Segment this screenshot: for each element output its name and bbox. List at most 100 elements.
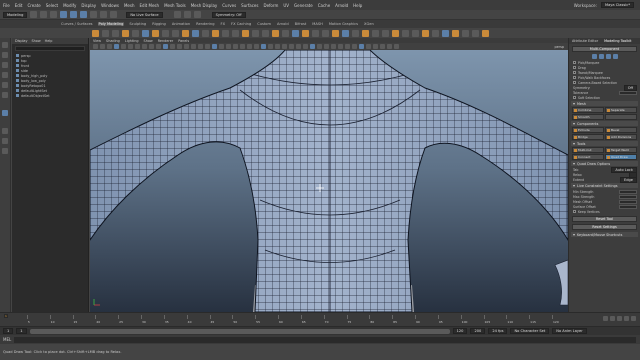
- quad-draw-button[interactable]: Quad Draw: [605, 154, 637, 160]
- tools-section-header[interactable]: Tools: [571, 141, 638, 146]
- shelf-tool-icon[interactable]: [92, 29, 99, 37]
- shelf-tool-icon[interactable]: [452, 29, 459, 37]
- shelf-tool-icon[interactable]: [162, 29, 169, 37]
- connect-button[interactable]: Connect: [572, 154, 604, 160]
- bevel-button[interactable]: Bevel: [605, 127, 637, 133]
- inner-end-field[interactable]: 120: [452, 328, 468, 334]
- viewport-toolbar-icon[interactable]: [177, 44, 182, 49]
- shelf-tab-rendering[interactable]: Rendering: [195, 22, 215, 26]
- step-forward-icon[interactable]: [624, 316, 629, 321]
- shelf-tool-icon[interactable]: [252, 29, 259, 37]
- save-scene-icon[interactable]: [50, 11, 58, 18]
- viewport-toolbar-icon[interactable]: [394, 44, 399, 49]
- viewport-toolbar-icon[interactable]: [163, 44, 168, 49]
- outliner-item[interactable]: defaultObjectSet: [12, 93, 88, 98]
- shelf-tool-icon[interactable]: [442, 29, 449, 37]
- quad-draw-options-header[interactable]: Quad Draw Options: [571, 161, 638, 166]
- command-input[interactable]: [14, 336, 636, 343]
- symmetry-dropdown[interactable]: Symmetry: Off: [211, 11, 246, 18]
- viewport-toolbar-icon[interactable]: [135, 44, 140, 49]
- menu-item-create[interactable]: Create: [27, 3, 40, 8]
- live-surface-field[interactable]: No Live Surface: [126, 11, 163, 18]
- play-icon[interactable]: [617, 316, 622, 321]
- shelf-tool-icon[interactable]: [182, 29, 189, 37]
- viewport-toolbar-icon[interactable]: [184, 44, 189, 49]
- menu-item-mesh[interactable]: Mesh: [124, 3, 135, 8]
- mode-dropdown[interactable]: Modeling: [3, 11, 28, 18]
- shelf-tool-icon[interactable]: [392, 29, 399, 37]
- viewport-menu-view[interactable]: View: [93, 39, 101, 43]
- viewport-menu-lighting[interactable]: Lighting: [125, 39, 139, 43]
- shelf-tool-icon[interactable]: [262, 29, 269, 37]
- shelf-tool-icon[interactable]: [312, 29, 319, 37]
- anim-layer-dropdown[interactable]: No Anim Layer: [552, 328, 587, 334]
- reset-tool-button[interactable]: Reset Tool: [572, 216, 637, 222]
- character-set-dropdown[interactable]: No Character Set: [510, 328, 550, 334]
- menu-item-display[interactable]: Display: [81, 3, 96, 8]
- keep-vertices-row[interactable]: Keep Vertices: [569, 209, 640, 214]
- select-by-object-icon[interactable]: [70, 11, 78, 18]
- viewport-toolbar-icon[interactable]: [107, 44, 112, 49]
- reset-settings-button[interactable]: Reset Settings: [572, 224, 637, 230]
- menu-item-generate[interactable]: Generate: [294, 3, 313, 8]
- scale-tool-icon[interactable]: [2, 92, 8, 98]
- shortcuts-section-header[interactable]: Keyboard/Mouse Shortcuts: [571, 232, 638, 237]
- start-frame-field[interactable]: 1: [3, 328, 14, 334]
- viewport-toolbar-icon[interactable]: [240, 44, 245, 49]
- menu-item-file[interactable]: File: [3, 3, 10, 8]
- render-settings-icon[interactable]: [193, 11, 201, 18]
- viewport-toolbar-icon[interactable]: [114, 44, 119, 49]
- extrude-button[interactable]: Extrude: [572, 127, 604, 133]
- shelf-tab-arnold[interactable]: Arnold: [276, 22, 290, 26]
- viewport-toolbar-icon[interactable]: [338, 44, 343, 49]
- shelf-tool-icon[interactable]: [282, 29, 289, 37]
- viewport-toolbar-icon[interactable]: [373, 44, 378, 49]
- open-scene-icon[interactable]: [40, 11, 48, 18]
- menu-item-mesh-display[interactable]: Mesh Display: [191, 3, 218, 8]
- menu-item-uv[interactable]: UV: [283, 3, 289, 8]
- slider-field[interactable]: [619, 189, 637, 194]
- menu-item-cache[interactable]: Cache: [318, 3, 330, 8]
- go-to-start-icon[interactable]: [603, 316, 608, 321]
- snap-grid-icon[interactable]: [90, 11, 98, 18]
- shelf-tab-fx[interactable]: FX: [220, 22, 227, 26]
- command-language-label[interactable]: MEL: [3, 337, 11, 342]
- snap-point-icon[interactable]: [110, 11, 118, 18]
- shelf-tool-icon[interactable]: [322, 29, 329, 37]
- outliner-menu-help[interactable]: Help: [45, 39, 53, 43]
- menu-item-help[interactable]: Help: [353, 3, 362, 8]
- select-tool-icon[interactable]: [2, 42, 8, 48]
- shelf-tool-icon[interactable]: [462, 29, 469, 37]
- outliner-layout-icon[interactable]: [2, 148, 8, 154]
- shelf-tab-custom[interactable]: Custom: [256, 22, 272, 26]
- uv-mode-icon[interactable]: [612, 54, 618, 59]
- fps-dropdown[interactable]: 24 fps: [488, 328, 508, 334]
- range-bar[interactable]: [29, 328, 450, 334]
- edge-mode-icon[interactable]: [598, 54, 604, 59]
- shelf-tool-icon[interactable]: [222, 29, 229, 37]
- go-to-end-icon[interactable]: [631, 316, 636, 321]
- viewport-menu-show[interactable]: Show: [144, 39, 153, 43]
- shelf-tool-icon[interactable]: [372, 29, 379, 37]
- select-by-hierarchy-icon[interactable]: [60, 11, 68, 18]
- viewport-toolbar-icon[interactable]: [219, 44, 224, 49]
- vertex-mode-icon[interactable]: [591, 54, 597, 59]
- viewport-menu-panels[interactable]: Panels: [178, 39, 189, 43]
- step-back-icon[interactable]: [610, 316, 615, 321]
- shelf-tool-icon[interactable]: [132, 29, 139, 37]
- shelf-tool-icon[interactable]: [122, 29, 129, 37]
- multi-cut-button[interactable]: Multi-Cut: [572, 147, 604, 153]
- viewport-toolbar-icon[interactable]: [303, 44, 308, 49]
- menu-item-modify[interactable]: Modify: [63, 3, 76, 8]
- viewport-toolbar-icon[interactable]: [233, 44, 238, 49]
- menu-item-select[interactable]: Select: [46, 3, 58, 8]
- viewport-toolbar-icon[interactable]: [359, 44, 364, 49]
- shelf-tool-icon[interactable]: [142, 29, 149, 37]
- inner-start-field[interactable]: 1: [16, 328, 27, 334]
- slider-field[interactable]: [619, 204, 637, 209]
- outliner-search-input[interactable]: [15, 46, 85, 51]
- smooth-button[interactable]: Smooth: [572, 114, 604, 120]
- viewport-3d[interactable]: [90, 50, 568, 312]
- separate-button[interactable]: Separate: [605, 107, 637, 113]
- viewport-toolbar-icon[interactable]: [149, 44, 154, 49]
